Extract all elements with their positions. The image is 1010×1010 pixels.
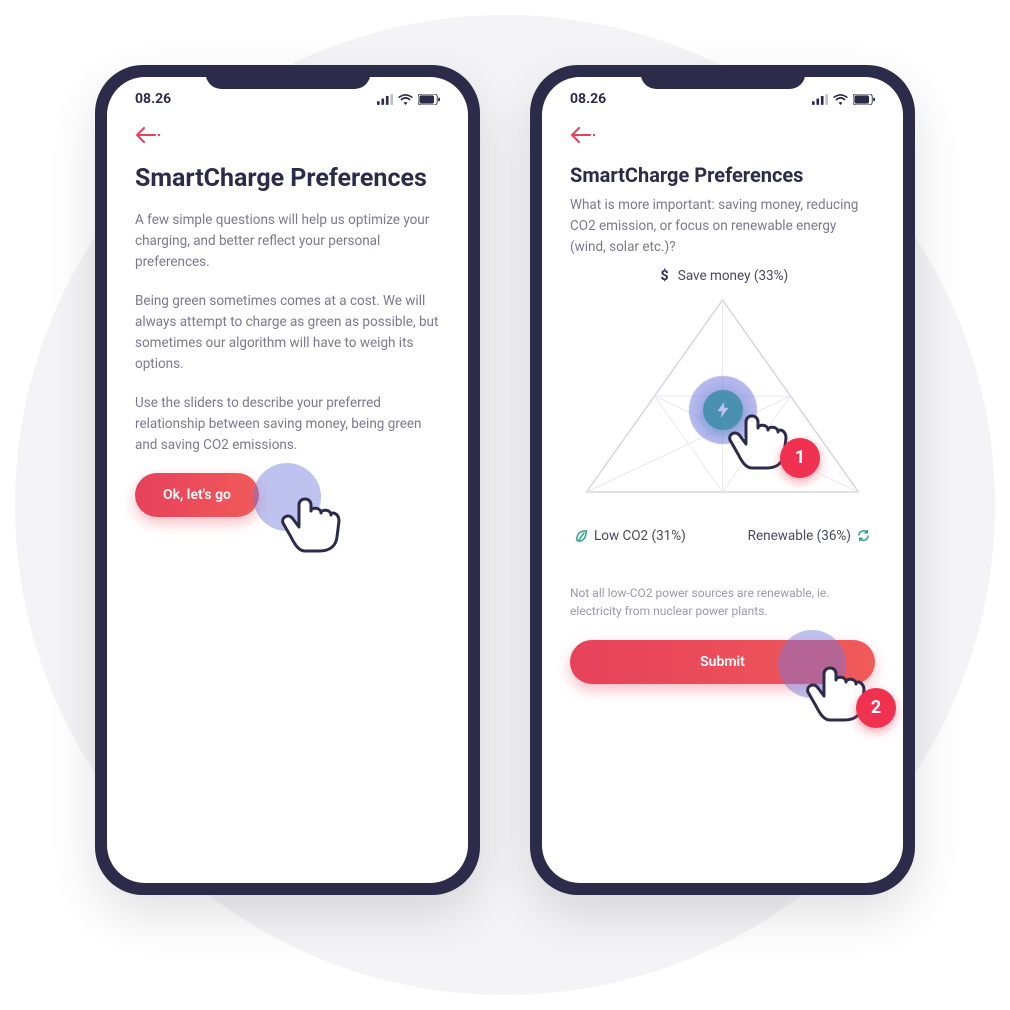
chart-label-save-money: $ Save money (33%) [570,268,875,284]
wifi-icon [398,94,413,105]
prefs-question: What is more important: saving money, re… [570,195,875,258]
chart-label-renewable: Renewable (36%) [748,528,871,544]
page-title: SmartCharge Preferences [570,163,875,187]
phone-left-screen: 08.26 SmartCharge Preferences A few simp… [107,77,468,883]
slider-handle[interactable] [703,390,743,430]
back-button[interactable] [570,127,596,147]
chart-label-left-text: Low CO2 (31%) [594,528,686,544]
intro-paragraph-2: Being green sometimes comes at a cost. W… [135,291,440,375]
step-badge-2: 2 [856,688,896,728]
chart-label-right-text: Renewable (36%) [748,528,851,544]
page-title: SmartCharge Preferences [135,163,440,194]
step-badge-2-text: 2 [871,697,881,718]
phone-mockups-row: 08.26 SmartCharge Preferences A few simp… [0,0,1010,895]
step-badge-1: 1 [780,438,820,478]
intro-paragraph-3: Use the sliders to describe your preferr… [135,393,440,456]
status-icons [812,94,875,105]
battery-icon [853,94,875,105]
chart-bottom-labels: Low CO2 (31%) Renewable (36%) [570,528,875,544]
nav-bar [107,115,468,147]
leaf-icon [574,528,589,543]
prefs-footnote: Not all low-CO2 power sources are renewa… [570,584,875,620]
submit-button[interactable]: Submit [570,640,875,684]
intro-paragraph-1: A few simple questions will help us opti… [135,210,440,273]
submit-label: Submit [700,654,745,670]
bolt-icon [714,401,732,419]
wifi-icon [833,94,848,105]
prefs-content: SmartCharge Preferences What is more imp… [542,147,903,684]
submit-wrap: Submit 2 [570,640,875,684]
recycle-icon [856,528,871,543]
battery-icon [418,94,440,105]
status-icons [377,94,440,105]
phone-left: 08.26 SmartCharge Preferences A few simp… [95,65,480,895]
dollar-icon: $ [657,268,672,283]
phone-right: 08.26 SmartCharge Preferences What is mo… [530,65,915,895]
phone-notch [640,65,805,89]
lets-go-button[interactable]: Ok, let's go [135,473,259,517]
back-button[interactable] [135,127,161,147]
chart-label-top-text: Save money (33%) [678,268,788,284]
status-time: 08.26 [570,91,606,107]
signal-icon [377,94,393,105]
pointer-hand-icon [281,483,341,553]
nav-bar [542,115,903,147]
chart-label-low-co2: Low CO2 (31%) [574,528,686,544]
step-badge-1-text: 1 [795,447,805,468]
ternary-chart: 1 Low CO2 (31%) Renewable (36%) [570,292,875,572]
svg-text:$: $ [660,268,668,283]
arrow-left-icon [135,127,161,143]
phone-right-screen: 08.26 SmartCharge Preferences What is mo… [542,77,903,883]
signal-icon [812,94,828,105]
status-time: 08.26 [135,91,171,107]
intro-content: SmartCharge Preferences A few simple que… [107,147,468,517]
lets-go-label: Ok, let's go [163,487,231,503]
cta-wrap: Ok, let's go [135,473,440,517]
touch-indicator-halo [253,463,321,531]
phone-notch [205,65,370,89]
arrow-left-icon [570,127,596,143]
